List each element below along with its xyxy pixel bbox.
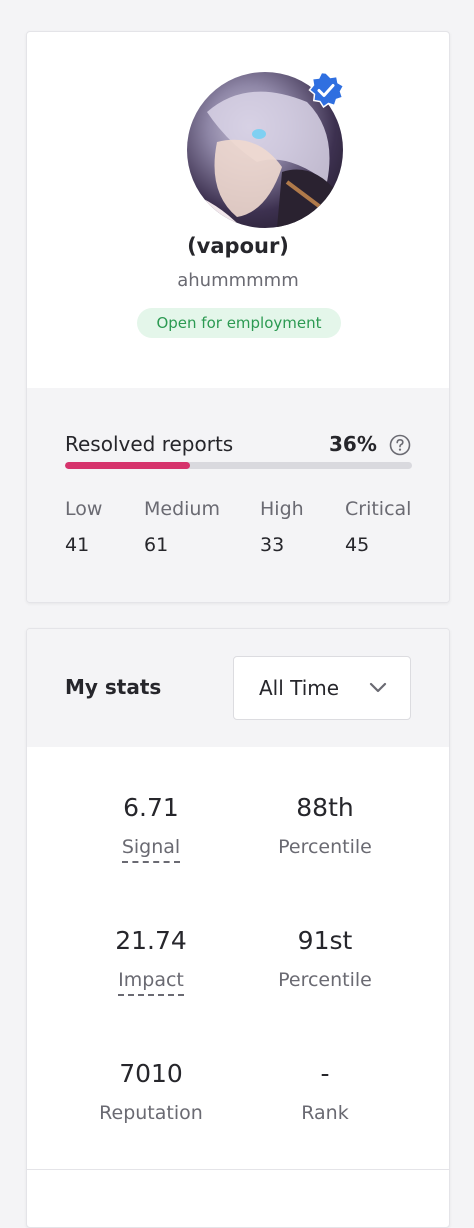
stat-reputation: 7010 Reputation xyxy=(61,1059,241,1124)
employment-status-badge: Open for employment xyxy=(137,308,341,338)
severity-low: Low 41 xyxy=(65,498,102,556)
chevron-down-icon xyxy=(369,682,387,693)
severity-value: 41 xyxy=(65,534,90,556)
stat-label: Rank xyxy=(301,1102,349,1124)
verified-icon xyxy=(308,72,344,108)
severity-critical: Critical 45 xyxy=(345,498,411,556)
stat-impact-percentile: 91st Percentile xyxy=(235,926,415,991)
stat-signal-percentile: 88th Percentile xyxy=(235,793,415,858)
stat-value: - xyxy=(320,1059,330,1088)
severity-value: 33 xyxy=(260,534,285,556)
resolved-reports-percent: 36% xyxy=(329,432,377,456)
stat-rank: - Rank xyxy=(235,1059,415,1124)
avatar-container xyxy=(187,72,344,228)
time-range-value: All Time xyxy=(259,676,340,700)
resolved-progress-fill xyxy=(65,462,190,469)
severity-value: 61 xyxy=(144,534,169,556)
severity-medium: Medium 61 xyxy=(144,498,220,556)
severity-value: 45 xyxy=(345,534,370,556)
stats-card: My stats All Time 6.71 Signal 88th Perce… xyxy=(26,628,450,1228)
profile-card: (vapour) ahummmmm Open for employment Re… xyxy=(26,31,450,603)
resolved-reports-label: Resolved reports xyxy=(65,432,234,456)
stat-label: Percentile xyxy=(278,969,372,991)
stat-value: 21.74 xyxy=(115,926,187,955)
stat-label: Percentile xyxy=(278,836,372,858)
stat-label: Reputation xyxy=(99,1102,203,1124)
username: ahummmmm xyxy=(177,270,299,291)
stat-impact: 21.74 Impact xyxy=(61,926,241,996)
stats-title: My stats xyxy=(65,675,162,699)
stat-value: 7010 xyxy=(119,1059,183,1088)
stat-value: 91st xyxy=(297,926,353,955)
severity-label: High xyxy=(260,498,304,520)
severity-high: High 33 xyxy=(260,498,304,556)
severity-label: Medium xyxy=(144,498,220,520)
help-icon[interactable] xyxy=(389,434,411,456)
stat-value: 88th xyxy=(296,793,354,822)
severity-label: Low xyxy=(65,498,103,520)
divider xyxy=(27,1169,449,1170)
stat-value: 6.71 xyxy=(123,793,179,822)
stat-label[interactable]: Signal xyxy=(121,836,181,863)
severity-label: Critical xyxy=(345,498,412,520)
stat-label[interactable]: Impact xyxy=(118,969,184,996)
time-range-select[interactable]: All Time xyxy=(233,656,411,720)
stat-signal: 6.71 Signal xyxy=(61,793,241,863)
resolved-progress-bar xyxy=(65,462,412,469)
display-name: (vapour) xyxy=(187,234,289,258)
stats-header: My stats All Time xyxy=(27,629,449,747)
resolved-reports-section: Resolved reports 36% Low 41 Medium 61 Hi… xyxy=(27,388,449,602)
